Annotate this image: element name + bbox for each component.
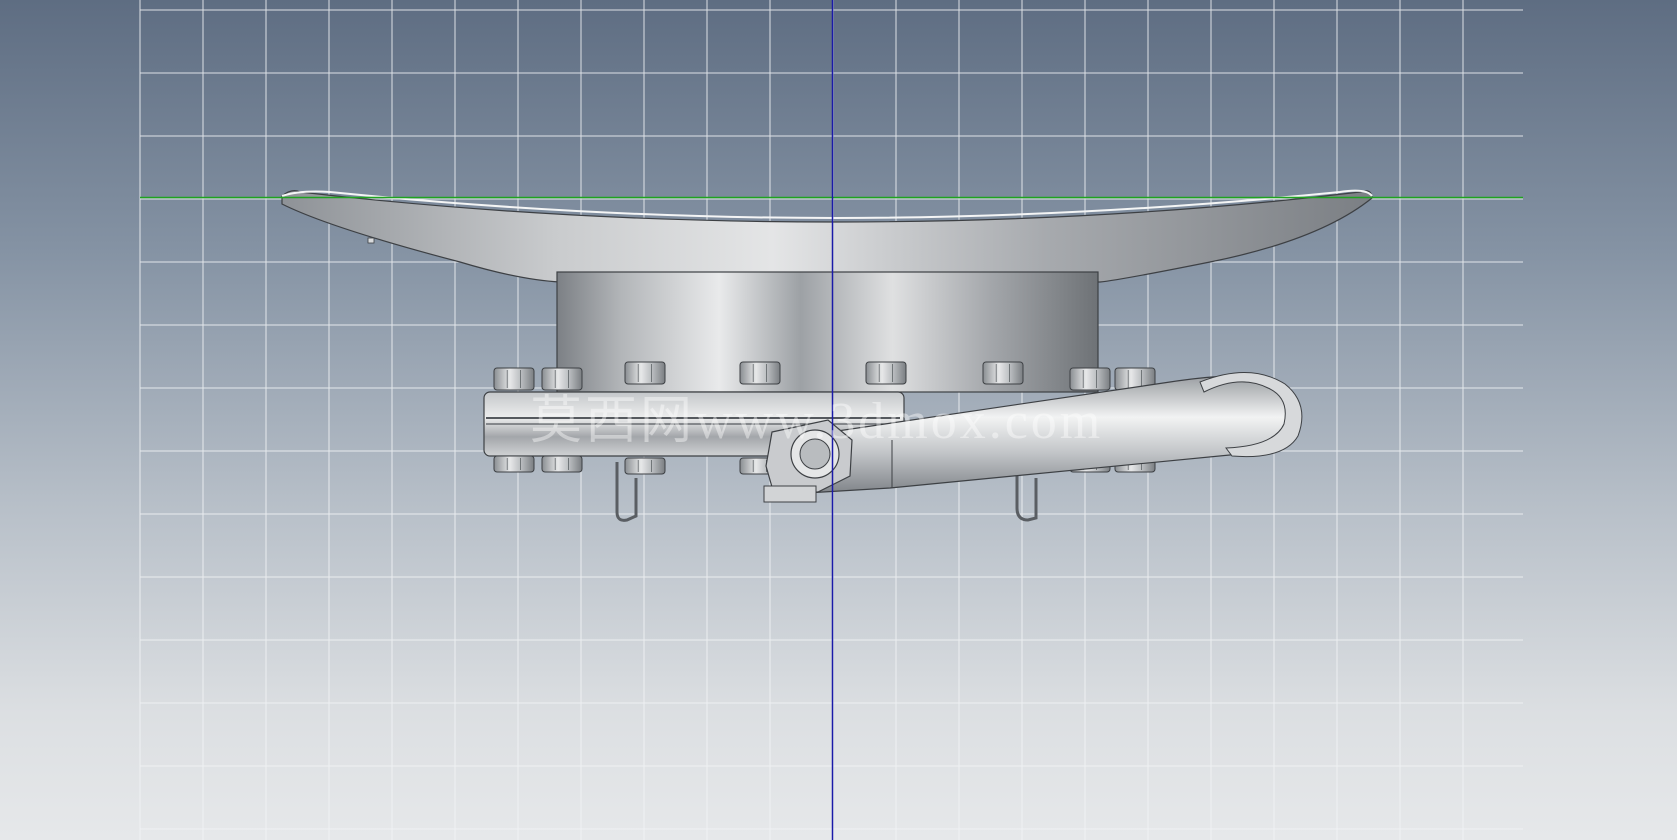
pipe-collar	[763, 485, 817, 503]
coupling-inner	[799, 438, 831, 470]
bolt-nut	[739, 361, 781, 385]
bolt-nut	[1069, 367, 1111, 391]
cad-viewport[interactable]: 莫西网www.3dmox.com	[0, 0, 1677, 840]
bolt-nut	[493, 367, 535, 391]
bolt-nut	[982, 361, 1024, 385]
bolt-nut	[624, 361, 666, 385]
bolt-nut	[624, 457, 666, 475]
bolt-nut	[541, 367, 583, 391]
bolt-nut	[865, 361, 907, 385]
bolt-nut	[541, 455, 583, 473]
dish-small-tab	[367, 237, 375, 244]
cad-scene[interactable]	[0, 0, 1677, 840]
bolt-nut	[493, 455, 535, 473]
